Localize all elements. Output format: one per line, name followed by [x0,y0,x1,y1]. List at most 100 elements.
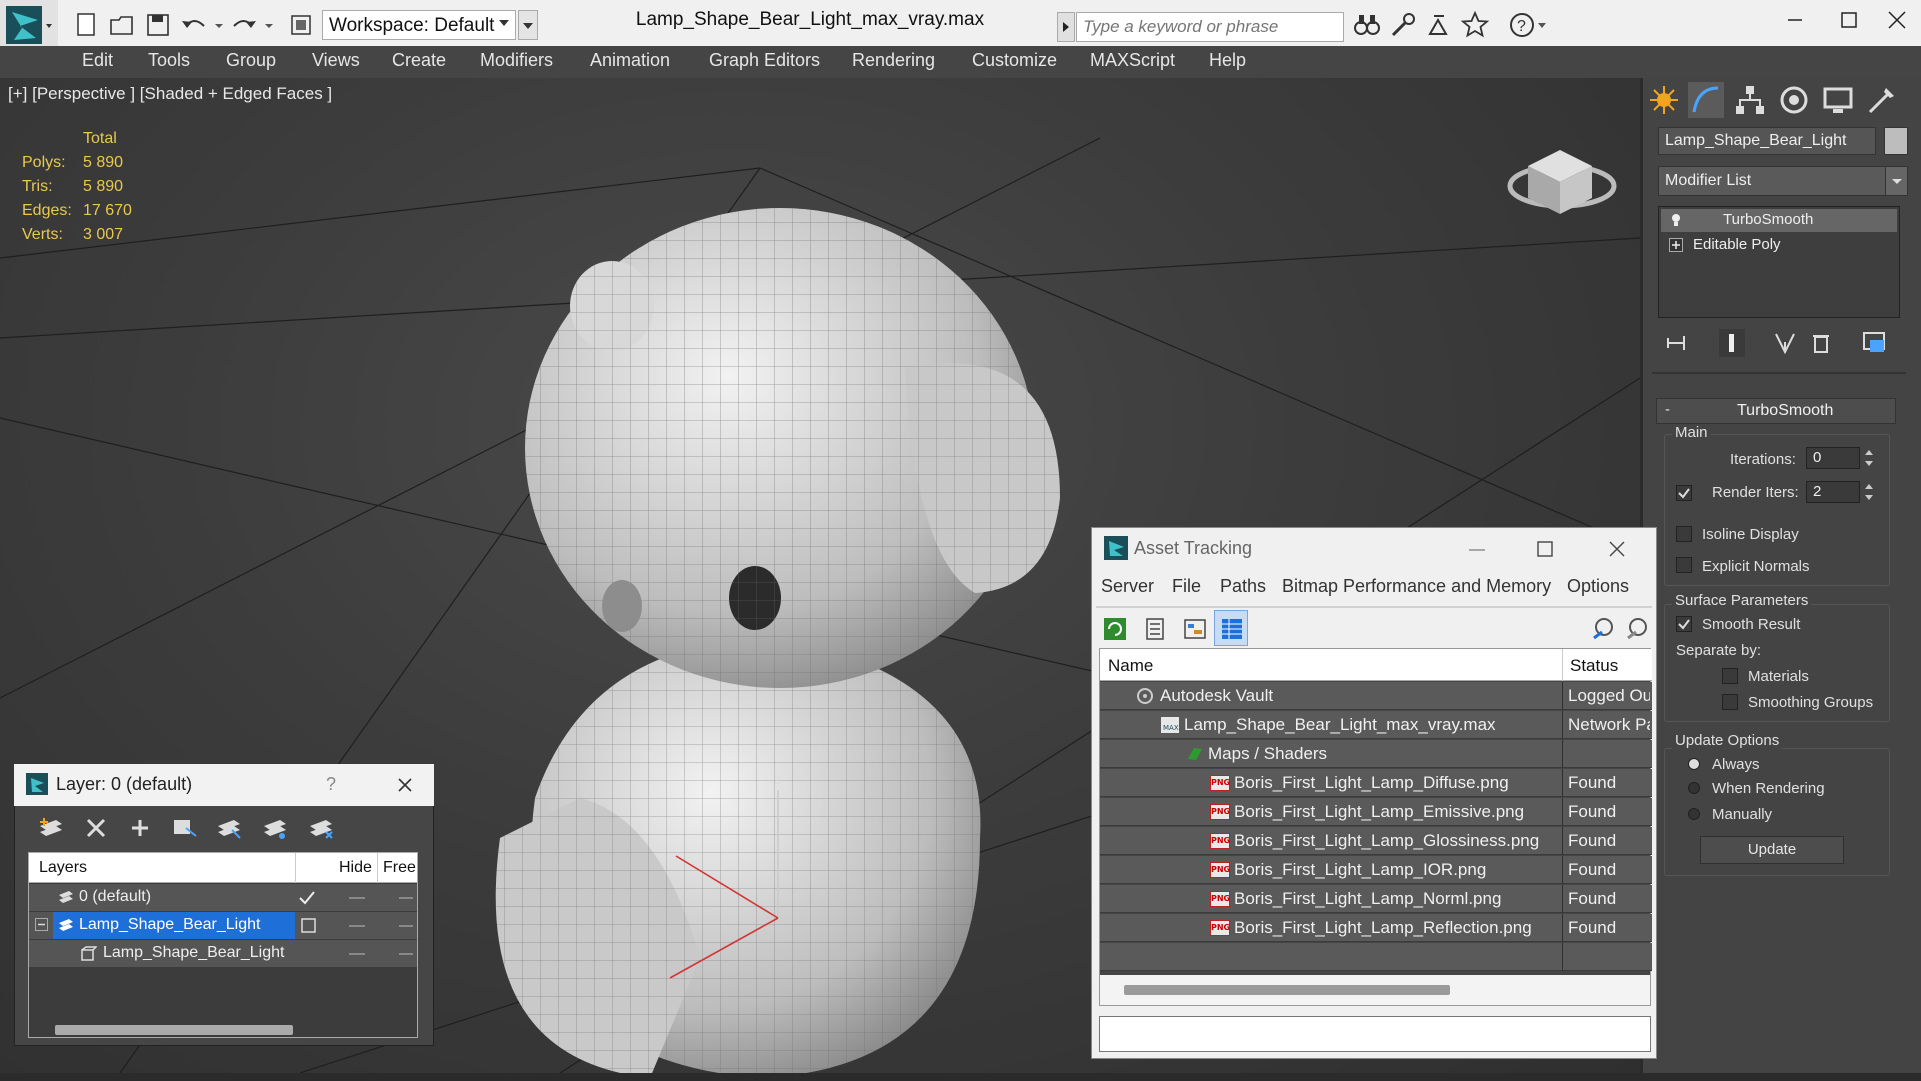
modify-tab-icon[interactable] [1688,82,1724,118]
smooth-result-checkbox[interactable] [1676,616,1692,632]
menu-group[interactable]: Group [226,50,276,71]
asset-horizontal-scrollbar[interactable] [1124,985,1450,995]
menu-customize[interactable]: Customize [972,50,1057,71]
asset-menu-options[interactable]: Options [1567,576,1629,597]
vault-login-icon[interactable] [1588,614,1618,644]
close-icon[interactable] [1876,0,1921,40]
list-view-icon[interactable] [1140,614,1170,644]
column-hide[interactable]: Hide [339,859,372,877]
table-view-icon[interactable] [1214,610,1248,646]
save-file-icon[interactable] [144,12,174,38]
when-rendering-radio[interactable] [1688,782,1700,794]
new-file-icon[interactable] [72,12,102,38]
asset-row-maps-folder[interactable]: Maps / Shaders [1100,740,1652,768]
render-iters-checkbox[interactable] [1676,485,1692,501]
update-button[interactable]: Update [1700,836,1844,864]
expand-plus-icon[interactable] [1669,238,1683,252]
asset-menu-bitmap-performance[interactable]: Bitmap Performance and Memory [1282,576,1551,597]
turbosmooth-rollout-header[interactable]: - TurboSmooth [1656,398,1896,424]
hide-toggle[interactable] [349,953,365,955]
modifier-list-dropdown[interactable]: Modifier List [1658,166,1908,196]
stack-item-editable-poly[interactable]: Editable Poly [1661,234,1897,257]
close-icon[interactable] [394,774,416,796]
menu-edit[interactable]: Edit [82,50,113,71]
render-iters-spinner[interactable]: 2 [1806,481,1860,503]
motion-tab-icon[interactable] [1776,82,1812,118]
column-layers[interactable]: Layers [39,859,87,877]
menu-create[interactable]: Create [392,50,446,71]
asset-path-input[interactable] [1099,1016,1651,1052]
spinner-arrows-icon[interactable] [1862,481,1876,503]
hide-all-layers-icon[interactable] [260,814,290,842]
search-input[interactable] [1076,12,1344,42]
layer-row[interactable]: Lamp_Shape_Bear_Light [29,912,417,939]
asset-row-bitmap[interactable]: PNG Boris_First_Light_Lamp_Norml.png Fou… [1100,885,1652,913]
column-status[interactable]: Status [1570,656,1618,676]
smoothing-groups-checkbox[interactable] [1722,694,1738,710]
menu-modifiers[interactable]: Modifiers [480,50,553,71]
help-icon[interactable]: ? [1508,10,1548,40]
open-file-icon[interactable] [108,12,138,38]
menu-animation[interactable]: Animation [590,50,670,71]
asset-menu-paths[interactable]: Paths [1220,576,1266,597]
materials-checkbox[interactable] [1722,668,1738,684]
redo-dropdown-icon[interactable] [262,12,276,38]
manually-radio[interactable] [1688,808,1700,820]
column-name[interactable]: Name [1108,656,1153,676]
asset-row-bitmap[interactable]: PNG Boris_First_Light_Lamp_IOR.png Found [1100,856,1652,884]
create-tab-icon[interactable] [1646,82,1682,118]
menu-graph-editors[interactable]: Graph Editors [709,50,820,71]
column-freeze[interactable]: Free [383,859,416,877]
delete-layer-icon[interactable] [82,814,112,842]
layer-row[interactable]: 0 (default) [29,884,417,911]
isoline-display-checkbox[interactable] [1676,526,1692,542]
menu-views[interactable]: Views [312,50,360,71]
hide-toggle[interactable] [349,925,365,927]
menu-maxscript[interactable]: MAXScript [1090,50,1175,71]
vault-help-icon[interactable] [1622,614,1652,644]
layer-dialog-titlebar[interactable]: Layer: 0 (default) ? [14,764,434,806]
remove-modifier-icon[interactable] [1806,330,1836,356]
asset-row-bitmap[interactable]: PNG Boris_First_Light_Lamp_Reflection.pn… [1100,914,1652,942]
layer-row[interactable]: Lamp_Shape_Bear_Light [29,940,417,967]
hide-toggle[interactable] [349,897,365,899]
collapse-minus-icon[interactable] [35,918,49,932]
asset-menu-server[interactable]: Server [1101,576,1154,597]
active-layer-checkmark-icon[interactable] [297,888,317,908]
display-tab-icon[interactable] [1820,82,1856,118]
configure-sets-icon[interactable] [1860,330,1890,356]
iterations-spinner[interactable]: 0 [1806,447,1860,469]
add-layer-icon[interactable] [126,814,156,842]
minimize-icon[interactable] [1462,534,1492,564]
redo-icon[interactable] [230,12,260,38]
tools-icon[interactable] [1388,10,1418,40]
binoculars-icon[interactable] [1352,10,1382,40]
pin-stack-icon[interactable] [1664,330,1694,356]
object-name-field[interactable]: Lamp_Shape_Bear_Light [1658,127,1876,155]
asset-menu-file[interactable]: File [1172,576,1201,597]
project-folder-icon[interactable] [288,12,318,38]
highlight-layer-icon[interactable] [214,814,244,842]
undo-icon[interactable] [180,12,210,38]
tree-view-icon[interactable] [1180,614,1210,644]
favorites-star-icon[interactable] [1460,10,1490,40]
set-current-layer-icon[interactable] [301,918,317,934]
viewport-label-menu[interactable]: [+] [Perspective ] [Shaded + Edged Faces… [8,84,332,104]
menu-help[interactable]: Help [1209,50,1246,71]
search-expand-button[interactable] [1057,12,1075,42]
close-icon[interactable] [1602,534,1632,564]
view-cube-icon[interactable] [1507,150,1617,214]
asset-row-bitmap[interactable]: PNG Boris_First_Light_Lamp_Emissive.png … [1100,798,1652,826]
menu-tools[interactable]: Tools [148,50,190,71]
explicit-normals-checkbox[interactable] [1676,557,1692,573]
communication-icon[interactable] [1424,10,1454,40]
maximize-icon[interactable] [1530,534,1560,564]
layer-dialog-help[interactable]: ? [326,774,336,795]
asset-row-bitmap[interactable]: PNG Boris_First_Light_Lamp_Diffuse.png F… [1100,769,1652,797]
always-radio[interactable] [1688,758,1700,770]
workspace-more-button[interactable] [518,10,538,40]
freeze-toggle[interactable] [399,897,413,899]
show-end-result-icon[interactable] [1718,328,1746,358]
object-color-swatch[interactable] [1884,127,1908,155]
stack-item-turbosmooth[interactable]: TurboSmooth [1661,209,1897,232]
